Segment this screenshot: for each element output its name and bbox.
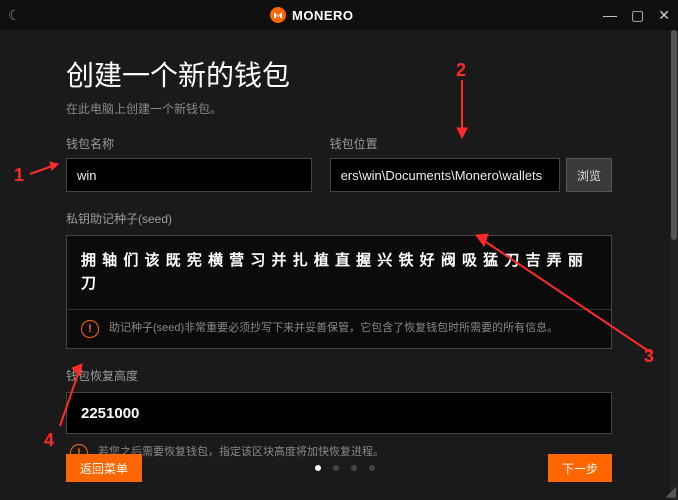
wallet-location-label: 钱包位置: [330, 135, 612, 152]
page-dot-1[interactable]: [315, 465, 321, 471]
annotation-number-1: 1: [14, 165, 24, 186]
wallet-name-label: 钱包名称: [66, 135, 312, 152]
maximize-icon[interactable]: ▢: [631, 7, 644, 24]
close-icon[interactable]: ✕: [658, 7, 670, 24]
wallet-name-group: 钱包名称: [66, 135, 312, 192]
annotation-number-2: 2: [456, 60, 466, 81]
restore-height-input[interactable]: [66, 392, 612, 434]
browse-button[interactable]: 浏览: [566, 158, 612, 192]
minimize-icon[interactable]: —: [603, 7, 617, 23]
footer: 返回菜单 下一步: [66, 454, 612, 482]
monero-logo-icon: [270, 7, 286, 23]
page-dot-4[interactable]: [369, 465, 375, 471]
restore-height-label: 钱包恢复高度: [66, 367, 612, 384]
seed-info-text: 助记种子(seed)非常重要必须抄写下来并妥善保管，它包含了恢复钱包时所需要的所…: [109, 321, 558, 336]
app-name: MONERO: [292, 8, 354, 23]
seed-box: 拥 轴 们 该 既 宪 横 营 习 并 扎 植 直 握 兴 铁 好 阀 吸 猛 …: [66, 235, 612, 349]
main-content: 创建一个新的钱包 在此电脑上创建一个新钱包。 钱包名称 钱包位置 浏览 私钥助记…: [0, 30, 678, 500]
theme-toggle-icon[interactable]: ☾: [8, 7, 21, 24]
page-dot-3[interactable]: [351, 465, 357, 471]
page-subtitle: 在此电脑上创建一个新钱包。: [66, 100, 612, 117]
back-button[interactable]: 返回菜单: [66, 454, 142, 482]
annotation-number-3: 3: [644, 346, 654, 367]
page-title: 创建一个新的钱包: [66, 54, 612, 94]
warning-icon: !: [81, 320, 99, 338]
annotation-number-4: 4: [44, 430, 54, 451]
wallet-location-group: 钱包位置 浏览: [330, 135, 612, 192]
page-dot-2[interactable]: [333, 465, 339, 471]
window-controls: — ▢ ✕: [603, 7, 670, 24]
page-dots: [142, 465, 548, 471]
resize-grip-icon[interactable]: ◢: [662, 484, 678, 500]
seed-info-row: ! 助记种子(seed)非常重要必须抄写下来并妥善保管，它包含了恢复钱包时所需要…: [67, 309, 611, 348]
app-title: MONERO: [21, 7, 603, 23]
titlebar: ☾ MONERO — ▢ ✕: [0, 0, 678, 30]
wallet-name-input[interactable]: [66, 158, 312, 192]
seed-label: 私钥助记种子(seed): [66, 210, 612, 227]
wallet-location-input[interactable]: [330, 158, 560, 192]
next-button[interactable]: 下一步: [548, 454, 612, 482]
seed-words: 拥 轴 们 该 既 宪 横 营 习 并 扎 植 直 握 兴 铁 好 阀 吸 猛 …: [67, 236, 611, 309]
form-row-name-location: 钱包名称 钱包位置 浏览: [66, 135, 612, 192]
